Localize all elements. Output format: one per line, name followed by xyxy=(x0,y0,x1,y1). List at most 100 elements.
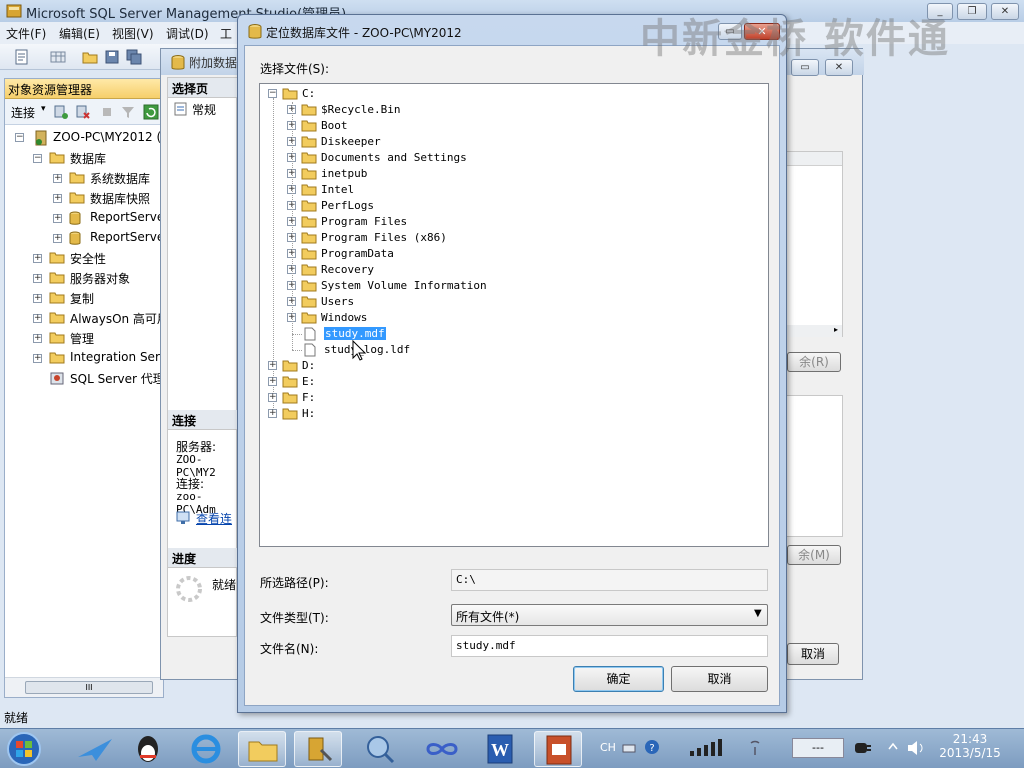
network-signal-icon[interactable] xyxy=(688,739,734,757)
expand-icon[interactable]: + xyxy=(33,254,42,263)
connect-dropdown[interactable]: 连接 xyxy=(11,104,35,121)
ok-button[interactable]: 确定 xyxy=(573,666,664,692)
server-icon xyxy=(35,130,47,146)
tree-connector xyxy=(292,102,293,350)
select-page-header: 选择页 xyxy=(168,78,238,98)
word-icon[interactable]: W xyxy=(476,731,524,767)
folder-icon xyxy=(301,151,317,164)
expand-icon[interactable]: + xyxy=(53,214,62,223)
file-explorer-icon[interactable] xyxy=(238,731,286,767)
selected-path-field: C:\ xyxy=(451,569,768,591)
disconnect-icon[interactable] xyxy=(75,104,91,120)
expand-icon[interactable]: + xyxy=(268,361,277,370)
file-tree-label: $Recycle.Bin xyxy=(321,103,401,116)
ssms-app-icon xyxy=(6,4,22,18)
folder-icon xyxy=(49,151,65,164)
page-general-item[interactable]: 常规 xyxy=(192,101,216,118)
drive-icon xyxy=(282,375,298,388)
folder-icon xyxy=(301,167,317,180)
power-plug-icon[interactable] xyxy=(852,739,872,757)
help-icon[interactable]: ? xyxy=(644,739,660,755)
keyboard-icon[interactable] xyxy=(622,741,636,755)
object-explorer-toolbar: 连接 ▾ xyxy=(5,99,165,125)
attach-cancel-button[interactable]: 取消 xyxy=(787,643,839,665)
expand-icon[interactable]: + xyxy=(53,234,62,243)
search-app-icon[interactable] xyxy=(356,731,404,767)
internet-explorer-icon[interactable] xyxy=(182,731,230,767)
collapse-icon[interactable]: − xyxy=(268,89,277,98)
save-icon[interactable] xyxy=(104,49,120,65)
volume-icon[interactable] xyxy=(906,739,926,757)
filter-icon[interactable] xyxy=(121,105,135,119)
folder-icon xyxy=(49,251,65,264)
expand-icon[interactable]: + xyxy=(53,174,62,183)
view-connection-link[interactable]: 查看连 xyxy=(196,510,232,527)
tree-node-label: 服务器对象 xyxy=(70,272,131,286)
object-explorer-panel: 对象资源管理器 连接 ▾ − ZOO-PC\MY2012 (S III − 数据库… xyxy=(4,78,169,698)
qq-icon[interactable] xyxy=(124,731,172,767)
folder-icon xyxy=(301,231,317,244)
expand-icon[interactable]: + xyxy=(33,334,42,343)
expand-icon[interactable]: + xyxy=(33,354,42,363)
new-query-icon[interactable] xyxy=(14,49,30,65)
chevron-down-icon[interactable]: ▾ xyxy=(41,104,46,114)
progress-spinner-icon xyxy=(176,576,202,602)
save-all-icon[interactable] xyxy=(126,49,142,65)
folder-icon xyxy=(49,271,65,284)
close-button[interactable]: ✕ xyxy=(991,3,1019,20)
scrollbar-thumb[interactable]: III xyxy=(25,681,153,694)
tree-node-label: 数据库快照 xyxy=(90,192,151,206)
expand-icon[interactable]: + xyxy=(33,294,42,303)
collapse-icon[interactable]: − xyxy=(15,133,24,142)
clock-date: 2013/5/15 xyxy=(939,746,1001,760)
expand-icon[interactable]: + xyxy=(33,314,42,323)
file-name-input[interactable]: study.mdf xyxy=(451,635,768,657)
grid-icon[interactable] xyxy=(50,49,66,65)
expand-icon[interactable]: + xyxy=(268,377,277,386)
cancel-button[interactable]: 取消 xyxy=(671,666,768,692)
file-tree-label: System Volume Information xyxy=(321,279,487,292)
tree-node-label: 复制 xyxy=(70,292,95,306)
open-folder-icon[interactable] xyxy=(82,49,98,65)
attach-dialog-title: 附加数据 xyxy=(189,56,238,70)
file-tree-label: H: xyxy=(302,407,316,420)
file-type-label: 文件类型(T): xyxy=(260,611,329,625)
maximize-button[interactable]: ❐ xyxy=(957,3,987,20)
taskbar-clock[interactable]: 21:43 2013/5/15 xyxy=(935,732,1005,760)
tree-node-label: SQL Server 代理 xyxy=(70,372,165,386)
input-language[interactable]: CH xyxy=(600,741,616,754)
connect-server-icon[interactable] xyxy=(53,104,69,120)
collapse-icon[interactable]: − xyxy=(33,154,42,163)
horizontal-scrollbar[interactable]: III xyxy=(5,677,163,697)
start-button-icon[interactable] xyxy=(6,731,42,767)
tree-node-label: Integration Serv xyxy=(70,350,167,364)
menu-edit[interactable]: 编辑(E) xyxy=(59,25,100,42)
refresh-icon[interactable] xyxy=(143,104,159,120)
menu-tools[interactable]: 工 xyxy=(220,25,232,42)
file-type-select[interactable]: 所有文件(*) ▼ xyxy=(451,604,768,626)
expand-icon[interactable]: + xyxy=(53,194,62,203)
remove-button-bottom[interactable]: 余(M) xyxy=(787,545,841,565)
ssms-taskbar-icon[interactable] xyxy=(294,731,342,767)
menu-debug[interactable]: 调试(D) xyxy=(166,25,209,42)
folder-icon xyxy=(301,119,317,132)
progress-header: 进度 xyxy=(168,548,238,568)
remove-button-top[interactable]: 余(R) xyxy=(787,352,841,372)
file-tree-label: Program Files (x86) xyxy=(321,231,447,244)
expand-icon[interactable]: + xyxy=(268,409,277,418)
powerpoint-icon[interactable] xyxy=(534,731,582,767)
file-tree-label: ProgramData xyxy=(321,247,394,260)
bird-app-icon[interactable] xyxy=(72,731,120,767)
drive-icon xyxy=(282,359,298,372)
tray-indicator[interactable]: --- xyxy=(792,738,844,758)
scroll-right-icon[interactable]: ▸ xyxy=(782,325,842,337)
menu-view[interactable]: 视图(V) xyxy=(112,25,154,42)
show-hidden-icons[interactable] xyxy=(888,741,898,753)
file-tree[interactable]: − C: + $Recycle.Bin + Boot + Diskeeper + Document… xyxy=(259,83,769,547)
agent-icon xyxy=(49,371,65,386)
menu-file[interactable]: 文件(F) xyxy=(6,25,46,42)
expand-icon[interactable]: + xyxy=(33,274,42,283)
infinity-app-icon[interactable] xyxy=(418,731,466,767)
stop-icon[interactable] xyxy=(101,106,113,118)
expand-icon[interactable]: + xyxy=(268,393,277,402)
